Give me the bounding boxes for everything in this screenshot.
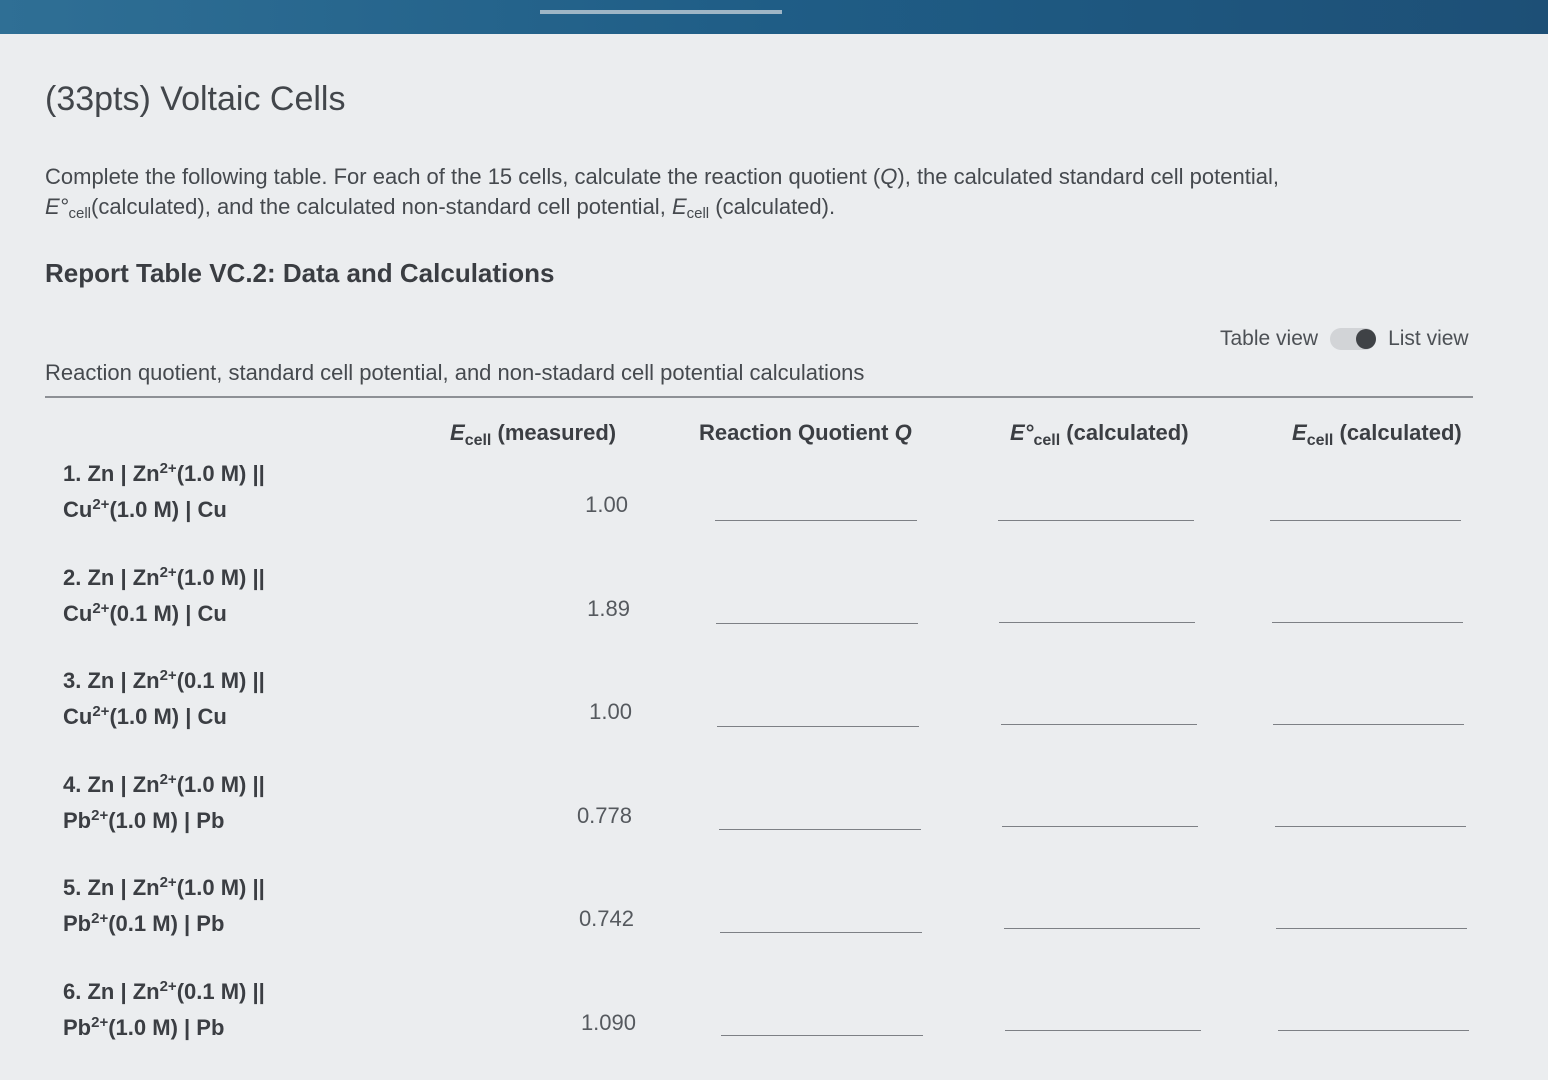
report-table-title: Report Table VC.2: Data and Calculations xyxy=(45,258,555,288)
quotient-answer-field[interactable] xyxy=(717,725,920,727)
table-row: 6. Zn | Zn2+(0.1 M) || Pb2+(1.0 M) | Pb 1.… xyxy=(0,976,1548,1066)
nonstd-potential-answer-field[interactable] xyxy=(1274,826,1466,827)
col-label: Reaction Quotient xyxy=(699,420,895,445)
cell-notation-line1: 6. Zn | Zn2+(0.1 M) || xyxy=(63,977,265,1004)
section-divider xyxy=(45,396,1473,398)
col-subscript: cell xyxy=(464,432,492,449)
instructions-text-1: Complete the following table. For each o… xyxy=(45,164,881,189)
col-label: (calculated) xyxy=(1060,420,1189,445)
nonstd-potential-answer-field[interactable] xyxy=(1271,622,1463,623)
cell-notation-line1: 3. Zn | Zn2+(0.1 M) || xyxy=(63,667,265,693)
measured-value: 1.89 xyxy=(587,595,630,621)
cell-notation-line2: Cu2+(1.0 M) | Cu xyxy=(63,703,227,729)
browser-top-bar xyxy=(0,0,1548,34)
assignment-page: (33pts) Voltaic Cells Complete the follo… xyxy=(0,34,1548,1080)
active-tab-indicator xyxy=(540,10,782,14)
std-potential-answer-field[interactable] xyxy=(999,622,1196,623)
nonstd-potential-answer-field[interactable] xyxy=(1270,520,1461,521)
std-potential-answer-field[interactable] xyxy=(1000,724,1197,725)
col-symbol: E xyxy=(450,420,465,445)
cell-notation-line2: Cu2+(1.0 M) | Cu xyxy=(63,496,227,522)
cell-notation-line2: Pb2+(1.0 M) | Pb xyxy=(63,1013,225,1040)
instructions-text-4: (calculated). xyxy=(715,194,836,219)
quotient-answer-field[interactable] xyxy=(718,828,921,830)
instructions-text-3: (calculated), and the calculated non-sta… xyxy=(91,194,666,219)
toggle-knob xyxy=(1356,329,1377,349)
view-toggle: Table view List view xyxy=(1220,324,1469,354)
nonstd-potential-answer-field[interactable] xyxy=(1273,724,1465,725)
std-potential-answer-field[interactable] xyxy=(1002,826,1199,827)
col-header-measured: Ecell (measured) xyxy=(450,420,616,450)
col-label: (calculated) xyxy=(1333,420,1462,445)
instructions: Complete the following table. For each o… xyxy=(45,162,1445,229)
table-row: 4. Zn | Zn2+(1.0 M) || Pb2+(1.0 M) | Pb 0.… xyxy=(0,769,1548,859)
table-view-option[interactable]: Table view xyxy=(1220,327,1318,351)
table-row: 3. Zn | Zn2+(0.1 M) || Cu2+(1.0 M) | Cu 1.… xyxy=(0,665,1548,755)
cell-notation-line1: 1. Zn | Zn2+(1.0 M) || xyxy=(63,460,265,486)
nonstd-potential-answer-field[interactable] xyxy=(1276,928,1468,929)
measured-value: 1.00 xyxy=(589,699,632,724)
measured-value: 1.090 xyxy=(580,1009,636,1035)
col-symbol: E° xyxy=(1010,420,1034,445)
list-view-option[interactable]: List view xyxy=(1388,327,1469,351)
table-row: 2. Zn | Zn2+(1.0 M) || Cu2+(0.1 M) | Cu 1.… xyxy=(0,562,1548,652)
cell-notation-line2: Pb2+(1.0 M) | Pb xyxy=(63,806,225,833)
q-symbol: Q xyxy=(880,164,898,189)
col-subscript: cell xyxy=(1306,432,1334,449)
col-subscript: cell xyxy=(1033,432,1061,449)
instructions-text-2: ), the calculated standard cell potentia… xyxy=(897,164,1279,189)
e-std-symbol: E° xyxy=(45,194,69,219)
e-symbol: E xyxy=(671,194,687,219)
col-symbol: E xyxy=(1292,420,1307,445)
col-header-quotient: Reaction Quotient Q xyxy=(699,420,912,446)
page-title: (33pts) Voltaic Cells xyxy=(45,80,346,118)
measured-value: 0.742 xyxy=(578,906,634,931)
measured-value: 0.778 xyxy=(576,802,632,828)
table-row: 1. Zn | Zn2+(1.0 M) || Cu2+(1.0 M) | Cu 1.… xyxy=(0,458,1548,548)
cell-notation-line2: Cu2+(0.1 M) | Cu xyxy=(63,599,227,626)
col-label: (measured) xyxy=(491,420,617,445)
std-potential-answer-field[interactable] xyxy=(998,520,1194,521)
cell-notation-line1: 5. Zn | Zn2+(1.0 M) || xyxy=(63,874,265,900)
quotient-answer-field[interactable] xyxy=(721,1034,923,1036)
col-header-std-calculated: E°cell (calculated) xyxy=(1010,420,1189,450)
std-potential-answer-field[interactable] xyxy=(1003,928,1200,929)
col-header-nonstd-calculated: Ecell (calculated) xyxy=(1292,420,1462,450)
cell-notation-line1: 2. Zn | Zn2+(1.0 M) || xyxy=(63,563,265,590)
view-toggle-switch[interactable] xyxy=(1330,328,1377,350)
cell-subscript: cell xyxy=(686,205,710,222)
std-potential-answer-field[interactable] xyxy=(1005,1030,1201,1031)
quotient-answer-field[interactable] xyxy=(719,931,922,933)
cell-subscript: cell xyxy=(68,205,91,222)
quotient-answer-field[interactable] xyxy=(716,622,919,624)
section-caption: Reaction quotient, standard cell potenti… xyxy=(45,360,865,385)
nonstd-potential-answer-field[interactable] xyxy=(1278,1030,1469,1031)
col-symbol: Q xyxy=(894,420,912,445)
table-row: 5. Zn | Zn2+(1.0 M) || Pb2+(0.1 M) | Pb 0.… xyxy=(0,872,1548,962)
quotient-answer-field[interactable] xyxy=(715,520,917,521)
cell-notation-line2: Pb2+(0.1 M) | Pb xyxy=(63,910,225,936)
measured-value: 1.00 xyxy=(585,492,628,517)
cell-notation-line1: 4. Zn | Zn2+(1.0 M) || xyxy=(63,770,265,797)
